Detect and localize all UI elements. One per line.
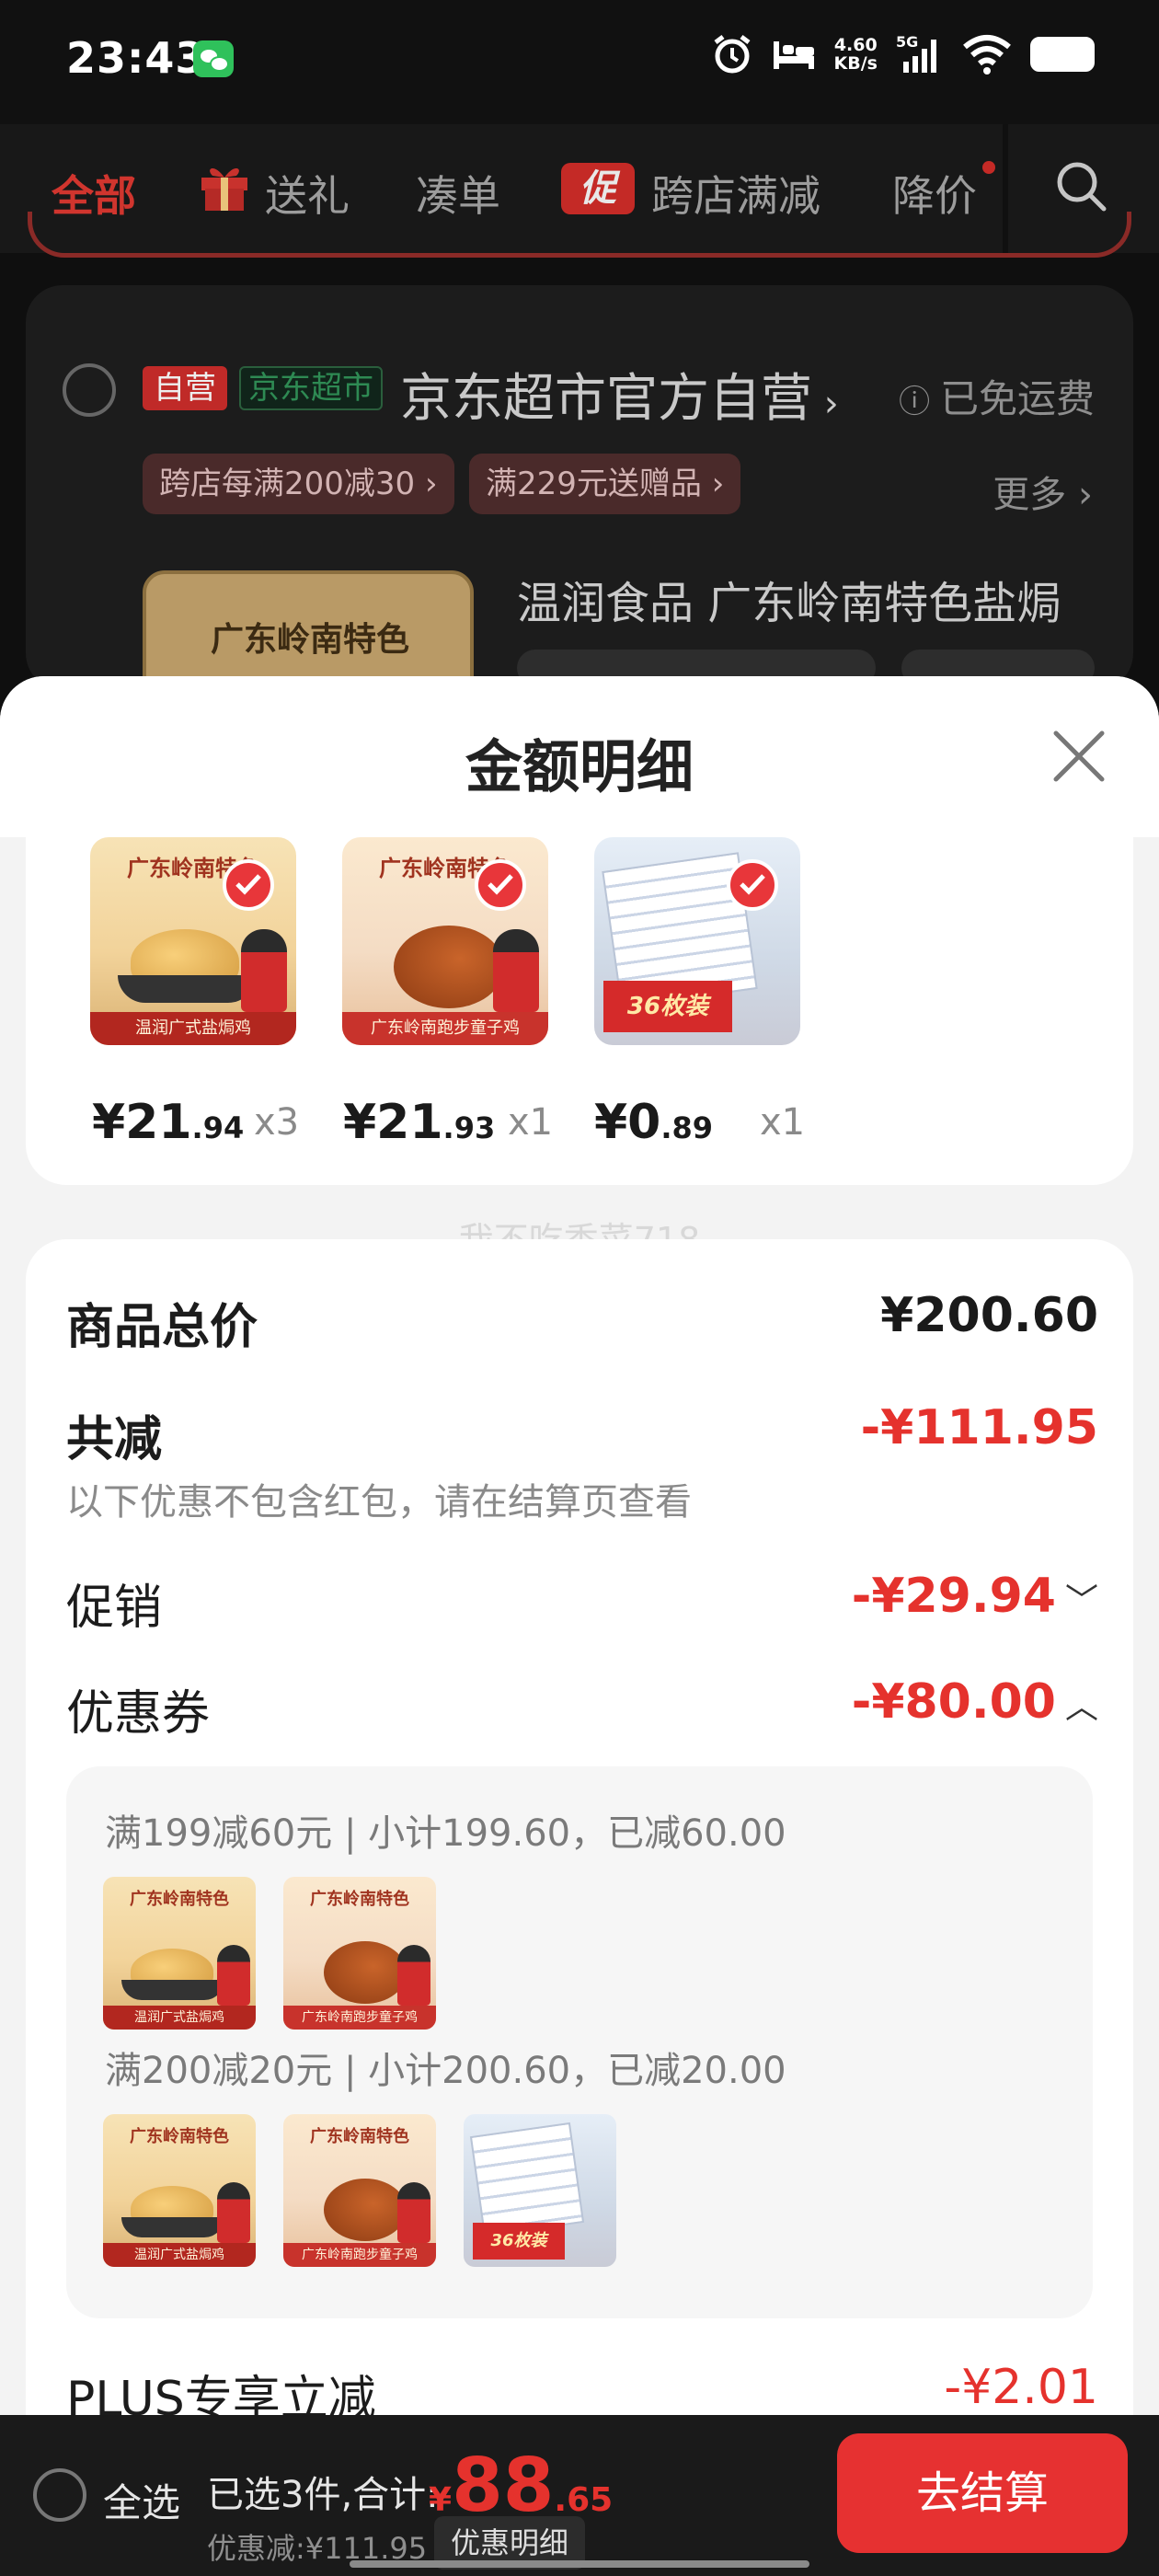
store-product-title[interactable]: 温润食品 广东岭南特色盐焗 bbox=[517, 567, 1061, 631]
selected-count: 已选3件,合计: bbox=[207, 2474, 439, 2516]
svg-text:5G: 5G bbox=[896, 34, 918, 51]
amount-detail-sheet: 金额明细 广东岭南特色 温润广式盐焗鸡 广东岭南特色 广东岭南跑步童子鸡 36枚… bbox=[0, 676, 1159, 2576]
store-select-radio[interactable] bbox=[63, 363, 116, 417]
select-all-radio[interactable] bbox=[33, 2468, 86, 2522]
total-reduction-value: -¥111.95 bbox=[860, 1400, 1098, 1455]
promotion-label: 促销 bbox=[66, 1581, 163, 1636]
info-icon: ⓘ bbox=[899, 384, 940, 420]
home-indicator[interactable] bbox=[350, 2560, 809, 2568]
item-quantity: x1 bbox=[760, 1101, 806, 1144]
coupon-label: 优惠券 bbox=[66, 1686, 211, 1742]
store-name[interactable]: 京东超市官方自营 › bbox=[400, 357, 839, 431]
check-icon bbox=[223, 859, 274, 911]
gift-icon bbox=[201, 167, 247, 211]
coupon-product-thumbnail: 广东岭南特色 广东岭南跑步童子鸡 bbox=[283, 1877, 436, 2030]
close-icon[interactable] bbox=[1047, 724, 1111, 788]
status-icons: 4.60 KB/s 5G bbox=[711, 33, 1095, 75]
coupon-breakdown: 满199减60元 | 小计199.60，已减60.00 广东岭南特色 温润广式盐… bbox=[66, 1766, 1093, 2318]
item-price: ¥21.93 bbox=[343, 1095, 496, 1150]
promo-pill-gift[interactable]: 满229元送赠品 › bbox=[469, 454, 741, 514]
sheet-title: 金额明细 bbox=[465, 733, 694, 800]
product-thumbnail-salt-chicken[interactable]: 广东岭南特色 温润广式盐焗鸡 bbox=[90, 837, 296, 1045]
wifi-icon bbox=[963, 35, 1011, 75]
more-link[interactable]: 更多 › bbox=[993, 465, 1093, 518]
chevron-up-icon: ︿ bbox=[1064, 1688, 1098, 1726]
check-icon bbox=[475, 859, 526, 911]
select-all-label[interactable]: 全选 bbox=[103, 2472, 180, 2528]
product-thumbnail-label-sheet[interactable]: 36枚装 bbox=[594, 837, 800, 1045]
coupon-product-thumbnail: 36枚装 bbox=[464, 2114, 616, 2267]
coupon-product-thumbnail: 广东岭南特色 温润广式盐焗鸡 bbox=[103, 1877, 256, 2030]
sheet-header: 金额明细 bbox=[0, 676, 1159, 837]
item-price: ¥21.94 bbox=[92, 1095, 245, 1150]
total-price-value: ¥200.60 bbox=[880, 1288, 1098, 1343]
jd-supermarket-badge: 京东超市 bbox=[239, 366, 383, 410]
item-quantity: x1 bbox=[508, 1101, 554, 1144]
status-time: 23:43 bbox=[66, 33, 206, 83]
signal-icon: 5G bbox=[896, 34, 936, 73]
self-operated-badge: 自营 bbox=[143, 366, 227, 410]
plus-discount-value: -¥2.01 bbox=[944, 2360, 1098, 2415]
checkout-button[interactable]: 去结算 bbox=[837, 2433, 1128, 2553]
notification-dot bbox=[982, 161, 995, 174]
product-thumbnail-running-chicken[interactable]: 广东岭南特色 广东岭南跑步童子鸡 bbox=[342, 837, 548, 1045]
coupon-product-thumbnail: 广东岭南特色 广东岭南跑步童子鸡 bbox=[283, 2114, 436, 2267]
coupon-product-thumbnail: 广东岭南特色 温润广式盐焗鸡 bbox=[103, 2114, 256, 2267]
battery-icon bbox=[1030, 37, 1095, 72]
reduction-note: 以下优惠不包含红包，请在结算页查看 bbox=[66, 1481, 692, 1524]
net-speed: 4.60 KB/s bbox=[833, 35, 878, 74]
promotion-value[interactable]: -¥29.94 ﹀ bbox=[852, 1569, 1098, 1624]
alarm-icon bbox=[714, 35, 751, 74]
promo-pill-cross-store[interactable]: 跨店每满200减30 › bbox=[143, 454, 454, 514]
item-price: ¥0.89 bbox=[594, 1095, 714, 1150]
check-icon bbox=[727, 859, 778, 911]
coupon-rule-2: 满200减20元 | 小计200.60，已减20.00 bbox=[105, 2050, 786, 2092]
item-quantity: x3 bbox=[254, 1101, 300, 1144]
status-bar: 23:43 4.60 KB/s 5G bbox=[0, 0, 1159, 124]
search-icon[interactable] bbox=[1053, 158, 1108, 213]
total-price-label: 商品总价 bbox=[66, 1300, 258, 1355]
bed-icon bbox=[773, 41, 814, 69]
tab-underline bbox=[28, 212, 1131, 258]
promo-tag-icon: 促 bbox=[561, 163, 635, 214]
wechat-icon bbox=[193, 40, 234, 77]
free-shipping-label: ⓘ 已免运费 bbox=[899, 376, 1095, 421]
checkout-bar: 全选 已选3件,合计: ¥88.65 优惠减:¥111.95 优惠明细 去结算 bbox=[0, 2415, 1159, 2576]
coupon-rule-1: 满199减60元 | 小计199.60，已减60.00 bbox=[105, 1812, 786, 1855]
total-reduction-label: 共减 bbox=[66, 1412, 163, 1467]
coupon-value[interactable]: -¥80.00 ︿ bbox=[852, 1674, 1098, 1730]
chevron-down-icon: ﹀ bbox=[1064, 1582, 1098, 1620]
